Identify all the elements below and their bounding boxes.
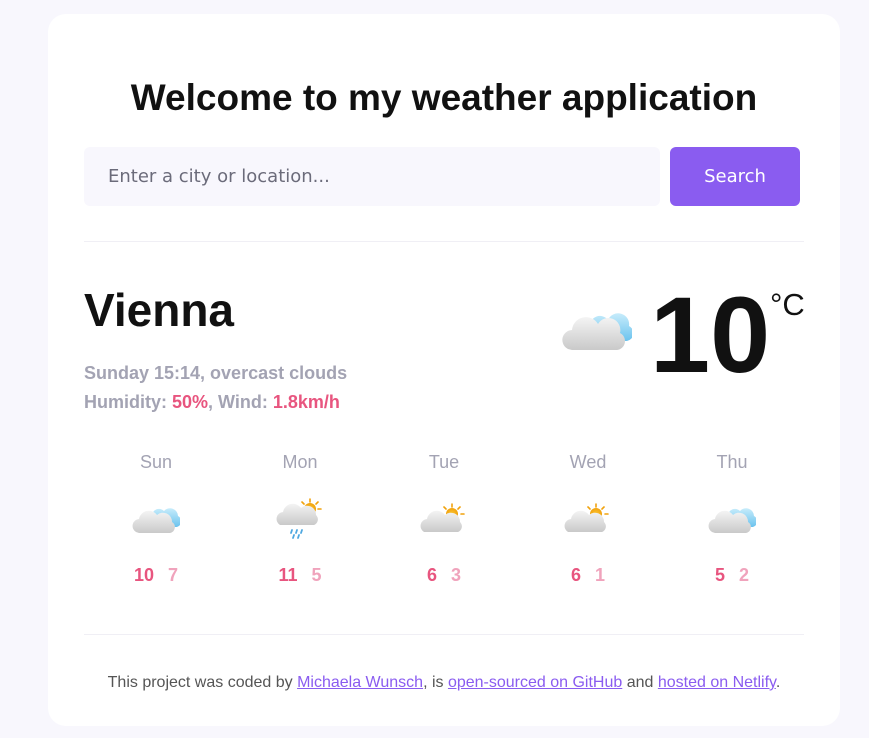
- forecast-day: Mon 11 5: [228, 432, 372, 634]
- city-name: Vienna: [84, 284, 234, 336]
- forecast-min: 2: [739, 565, 750, 585]
- forecast-min: 3: [451, 565, 462, 585]
- forecast-temps: 11 5: [228, 563, 372, 587]
- weather-details: Sunday 15:14, overcast clouds Humidity: …: [84, 359, 347, 417]
- weather-card: Welcome to my weather application Search…: [48, 14, 840, 726]
- temperature-unit: °C: [770, 287, 805, 322]
- forecast-temps: 61: [516, 563, 660, 587]
- broken-clouds-icon: [84, 493, 228, 545]
- forecast-day-name: Thu: [716, 452, 748, 472]
- wind-label: , Wind:: [208, 392, 273, 412]
- forecast-day: Thu 52: [660, 432, 804, 634]
- forecast-min: 5: [311, 565, 322, 585]
- search-form: Search: [84, 147, 804, 206]
- forecast-temps: 10 7: [84, 563, 228, 587]
- humidity-value: 50%: [172, 392, 209, 412]
- github-link[interactable]: open-sourced on GitHub: [448, 674, 622, 691]
- forecast-max: 11: [278, 565, 298, 585]
- footer: This project was coded by Michaela Wunsc…: [84, 672, 804, 694]
- forecast-max: 5: [714, 565, 725, 585]
- forecast-day-name: Tue: [428, 452, 460, 472]
- forecast: Sun 10 7 Mon 11 5 Tue 6 3 Wed 6 1 Thu 5 …: [84, 432, 804, 634]
- footer-text: and: [622, 674, 658, 691]
- footer-text: , is: [423, 674, 448, 691]
- humidity-wind: Humidity: 50%, Wind: 1.8km/h: [84, 388, 347, 417]
- forecast-temps: 52: [660, 563, 804, 587]
- current-weather: Vienna Sunday 15:14, overcast clouds Hum…: [84, 242, 805, 432]
- forecast-day-name: Wed: [569, 452, 607, 472]
- forecast-max: 6: [570, 565, 581, 585]
- forecast-day-name: Mon: [282, 452, 318, 472]
- few-clouds-icon: [516, 493, 660, 545]
- forecast-day: Sun 10 7: [84, 432, 228, 634]
- netlify-link[interactable]: hosted on Netlify: [658, 674, 776, 691]
- overcast-clouds-icon: [562, 305, 634, 360]
- broken-clouds-icon: [660, 493, 804, 545]
- humidity-label: Humidity:: [84, 392, 172, 412]
- forecast-max: 10: [133, 565, 154, 585]
- forecast-max: 6: [426, 565, 437, 585]
- divider: [84, 634, 804, 635]
- rain-icon: [228, 493, 372, 545]
- forecast-day-name: Sun: [139, 452, 173, 472]
- few-clouds-icon: [372, 493, 516, 545]
- footer-text: This project was coded by: [107, 674, 298, 691]
- search-button[interactable]: Search: [670, 147, 800, 206]
- footer-text: .: [775, 674, 781, 691]
- page-title: Welcome to my weather application: [130, 77, 758, 118]
- forecast-day: Wed 61: [516, 432, 660, 634]
- forecast-min: 7: [168, 565, 179, 585]
- author-link[interactable]: Michaela Wunsch: [297, 674, 423, 691]
- forecast-temps: 63: [372, 563, 516, 587]
- search-input[interactable]: [84, 147, 660, 206]
- forecast-min: 1: [595, 565, 606, 585]
- datetime-description: Sunday 15:14, overcast clouds: [84, 363, 348, 383]
- wind-value: 1.8km/h: [272, 392, 340, 412]
- current-temperature: 10: [650, 274, 771, 395]
- forecast-day: Tue 63: [372, 432, 516, 634]
